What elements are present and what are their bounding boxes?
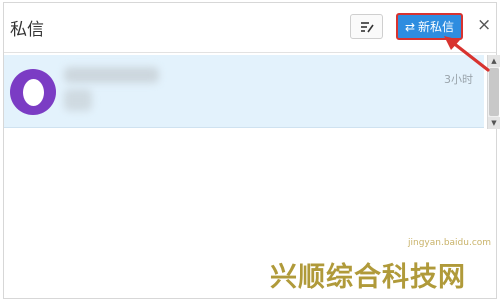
avatar-logo	[22, 78, 44, 106]
swap-icon: ⇄	[404, 19, 416, 34]
conversation-row[interactable]: 3小时	[4, 55, 484, 128]
compose-icon	[360, 21, 374, 32]
avatar	[10, 69, 56, 115]
annotation-arrow-icon	[444, 36, 490, 72]
panel-header: 私信 ⇄ 新私信 ×	[4, 3, 496, 53]
watermark: 兴顺综合科技网	[270, 262, 466, 293]
watermark-subtext: jingyan.baidu.com	[408, 238, 492, 248]
panel-title: 私信	[10, 20, 44, 40]
blurred-contact-name	[64, 67, 159, 83]
scroll-down-arrow-icon[interactable]: ▼	[488, 117, 500, 129]
compose-button[interactable]	[350, 14, 383, 39]
blurred-message-preview	[64, 89, 92, 111]
